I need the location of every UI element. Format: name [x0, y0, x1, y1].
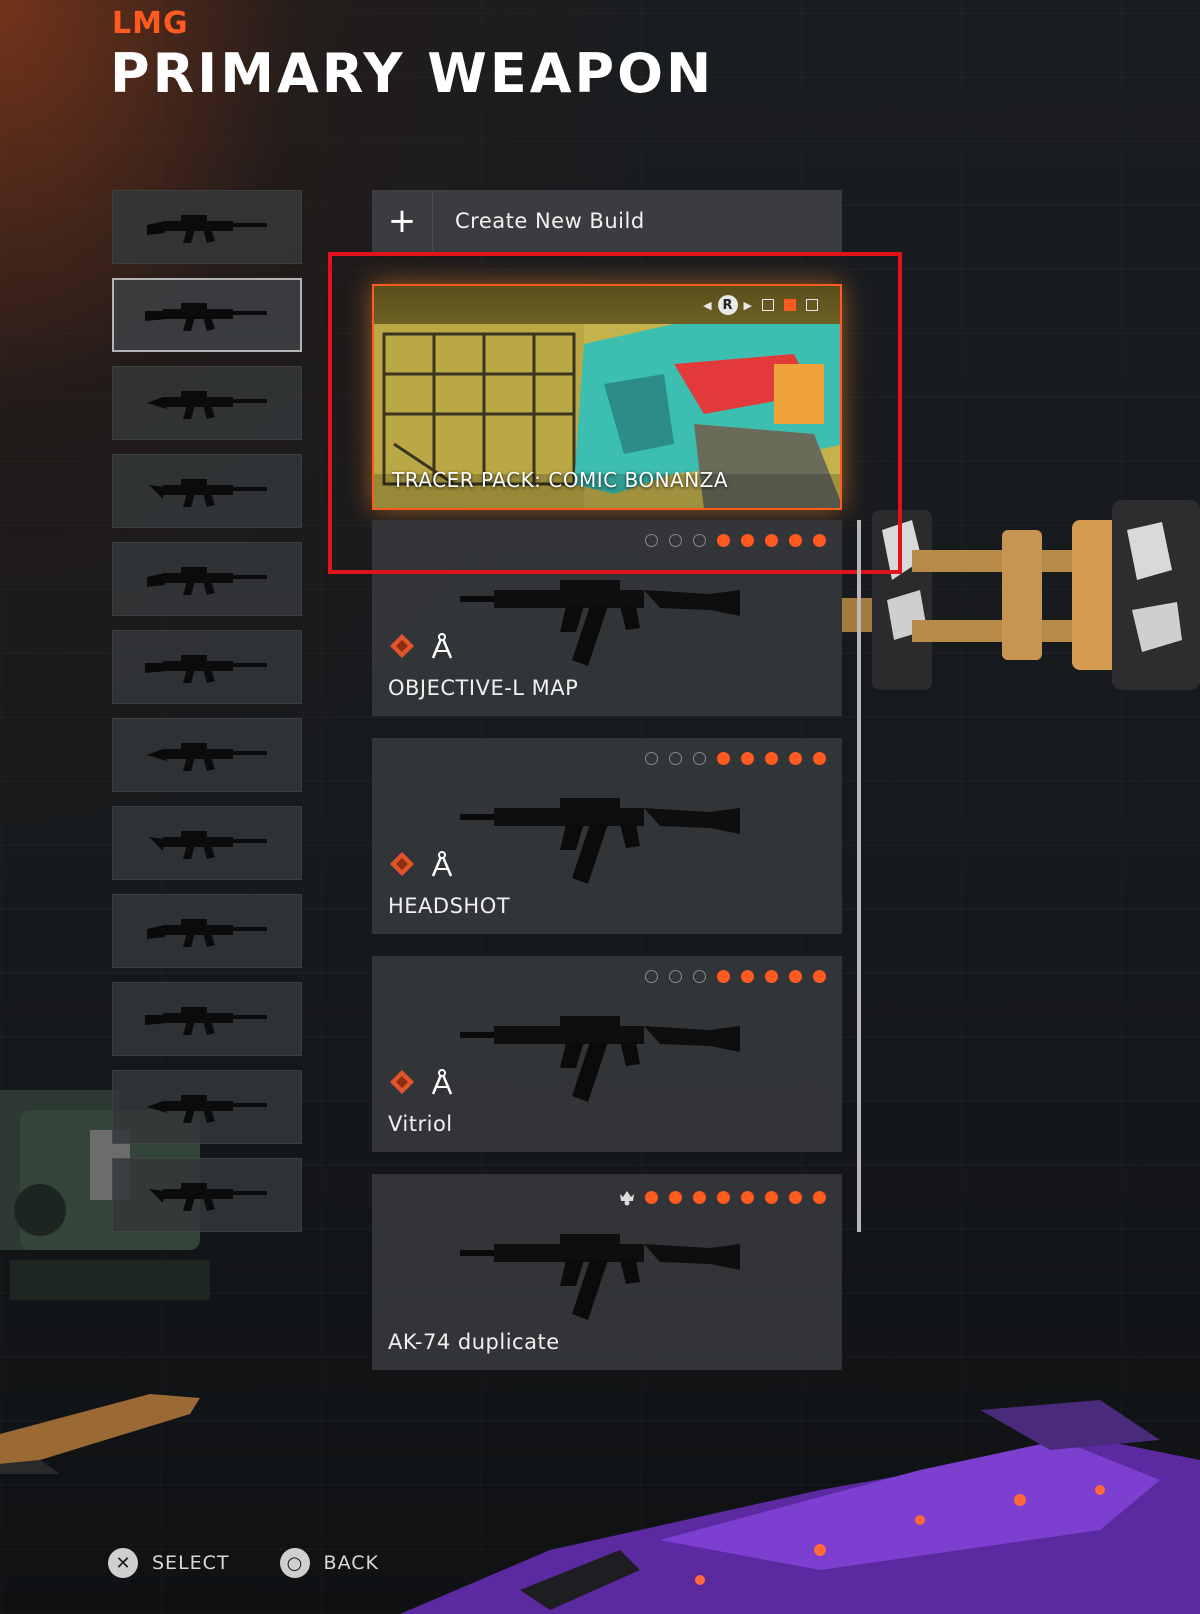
progress-dot-filled	[813, 1190, 826, 1204]
build-card[interactable]: HEADSHOT	[372, 738, 842, 934]
build-weapon-image	[460, 996, 750, 1106]
weapon-slot[interactable]	[112, 1070, 302, 1144]
diamond-rank-icon	[388, 850, 416, 882]
weapon-thumbnail	[145, 303, 267, 331]
build-name: Vitriol	[388, 1112, 453, 1136]
build-progress-dots	[618, 1188, 826, 1206]
build-badges	[388, 632, 456, 664]
progress-dot-filled	[789, 1190, 802, 1204]
back-label: BACK	[323, 1552, 379, 1574]
weapon-thumbnail	[147, 215, 267, 243]
weapon-slot[interactable]	[112, 278, 302, 352]
highlight-annotation-box	[328, 252, 902, 574]
plus-icon: +	[372, 190, 433, 252]
progress-dot-filled	[765, 1190, 778, 1204]
weapon-category: LMG	[112, 6, 189, 41]
progress-dot-filled	[765, 970, 778, 983]
back-hint[interactable]: ○ BACK	[279, 1548, 379, 1578]
progress-dot-filled	[717, 970, 730, 983]
progress-dot-filled	[789, 752, 802, 765]
build-name: AK-74 duplicate	[388, 1330, 560, 1354]
progress-dot-filled	[693, 1190, 706, 1204]
weapon-slot[interactable]	[112, 630, 302, 704]
circle-button-icon: ○	[279, 1548, 310, 1578]
build-progress-dots	[645, 970, 826, 983]
weapon-slot[interactable]	[112, 718, 302, 792]
progress-dot-filled	[717, 752, 730, 765]
progress-dot-filled	[813, 752, 826, 765]
progress-dot-empty	[693, 970, 706, 983]
cross-button-icon: ✕	[108, 1548, 138, 1578]
weapon-thumbnail	[149, 831, 267, 859]
weapon-slot[interactable]	[112, 982, 302, 1056]
progress-dot-filled	[645, 1190, 658, 1204]
progress-dot-filled	[813, 970, 826, 983]
progress-dot-empty	[645, 970, 658, 983]
build-progress-dots	[645, 752, 826, 765]
build-weapon-image	[460, 778, 750, 888]
select-label: SELECT	[152, 1552, 230, 1574]
build-badges	[388, 850, 456, 882]
weapon-slot[interactable]	[112, 806, 302, 880]
weapon-slot[interactable]	[112, 542, 302, 616]
weapon-slot[interactable]	[112, 1158, 302, 1232]
weapon-thumbnail	[147, 567, 267, 595]
build-card[interactable]: AK-74 duplicate	[372, 1174, 842, 1370]
progress-dot-filled	[741, 752, 754, 765]
progress-dot-filled	[669, 1190, 682, 1204]
compass-blueprint-icon	[428, 632, 456, 664]
diamond-rank-icon	[388, 1068, 416, 1100]
build-badges	[388, 1068, 456, 1100]
progress-dot-filled	[717, 1190, 730, 1204]
progress-dot-empty	[669, 970, 682, 983]
crown-skull-icon	[620, 1191, 634, 1206]
compass-blueprint-icon	[428, 1068, 456, 1100]
weapon-thumbnail	[147, 1095, 267, 1123]
progress-dot-filled	[765, 752, 778, 765]
weapon-thumbnail	[147, 919, 267, 947]
create-new-build-button[interactable]: + Create New Build	[372, 190, 842, 252]
knife-scenery	[0, 1394, 200, 1474]
build-weapon-image	[460, 560, 750, 670]
bottom-scenery-weapon	[400, 1400, 1200, 1614]
weapon-thumbnail	[149, 1183, 267, 1211]
page-title: PRIMARY WEAPON	[110, 42, 715, 105]
progress-dot-filled	[741, 1190, 754, 1204]
progress-dot-filled	[741, 970, 754, 983]
builds-scrollbar[interactable]	[857, 520, 861, 1232]
diamond-rank-icon	[388, 632, 416, 664]
weapon-list	[112, 190, 302, 1246]
progress-dot-empty	[693, 752, 706, 765]
progress-dot-empty	[669, 752, 682, 765]
build-weapon-image	[460, 1214, 750, 1324]
weapon-thumbnail	[145, 655, 267, 683]
compass-blueprint-icon	[428, 850, 456, 882]
build-card[interactable]: Vitriol	[372, 956, 842, 1152]
create-new-build-label: Create New Build	[455, 209, 645, 233]
progress-dot-filled	[789, 970, 802, 983]
weapon-thumbnail	[147, 391, 267, 419]
button-hints: ✕ SELECT ○ BACK	[108, 1548, 379, 1578]
weapon-slot[interactable]	[112, 454, 302, 528]
weapon-thumbnail	[147, 743, 267, 771]
progress-dot-empty	[645, 752, 658, 765]
weapon-slot[interactable]	[112, 190, 302, 264]
weapon-slot[interactable]	[112, 894, 302, 968]
select-hint[interactable]: ✕ SELECT	[108, 1548, 230, 1578]
weapon-thumbnail	[145, 1007, 267, 1035]
weapon-slot[interactable]	[112, 366, 302, 440]
build-name: HEADSHOT	[388, 894, 511, 918]
build-name: OBJECTIVE-L MAP	[388, 676, 579, 700]
weapon-thumbnail	[149, 479, 267, 507]
